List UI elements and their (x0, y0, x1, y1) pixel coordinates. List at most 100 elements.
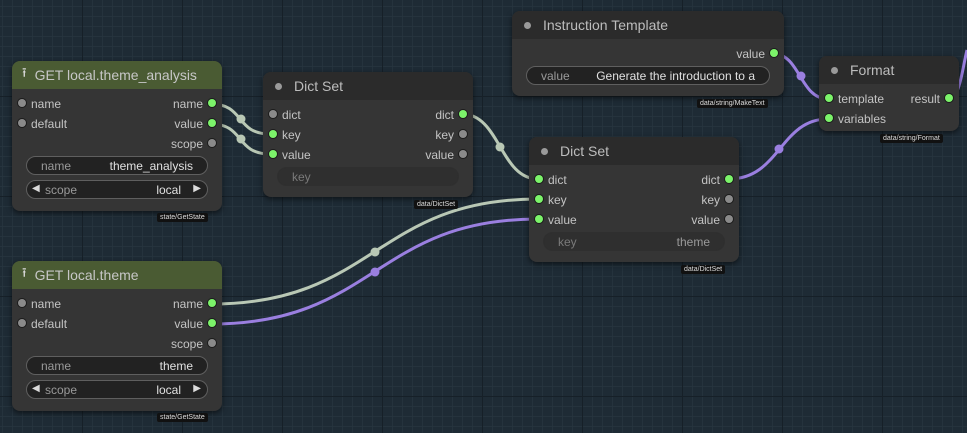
node-title: Instruction Template (543, 17, 669, 33)
output-label: key (701, 193, 720, 207)
output-slot-dict[interactable] (725, 175, 733, 183)
slot-row: dict dict (529, 170, 739, 190)
arrow-left-icon[interactable]: ◀ (32, 383, 40, 394)
wire-midpoint (495, 142, 505, 152)
wire-midpoint (370, 267, 380, 277)
scope-combo-widget[interactable]: ◀ scope local ▶ (26, 380, 208, 399)
output-label: key (435, 128, 454, 142)
slot-row: value value (263, 145, 473, 165)
node-type-badge: state/GetState (157, 413, 208, 422)
format-node[interactable]: Format template result variables (819, 56, 959, 131)
widget-label: key (292, 170, 311, 184)
node-title: Format (850, 62, 895, 78)
slot-row: default value (12, 314, 222, 334)
node-title-bar[interactable]: ⭱ GET local.theme (12, 261, 222, 289)
node-type-badge: data/string/Format (880, 134, 943, 143)
node-type-badge: data/DictSet (681, 265, 726, 274)
node-title-bar[interactable]: ⭱ GET local.theme_analysis (12, 61, 222, 89)
wire-midpoint (774, 144, 784, 154)
output-label: dict (435, 108, 454, 122)
node-type-badge: state/GetState (157, 213, 208, 222)
get-theme-analysis-node[interactable]: ⭱ GET local.theme_analysis name name def… (12, 61, 222, 211)
key-widget: key theme (543, 232, 725, 251)
output-slot-value[interactable] (459, 150, 467, 158)
input-slot-variables[interactable] (825, 114, 833, 122)
output-slot-value[interactable] (208, 319, 216, 327)
arrow-right-icon[interactable]: ▶ (193, 383, 201, 394)
arrow-right-icon[interactable]: ▶ (193, 183, 201, 194)
input-slot-key[interactable] (269, 130, 277, 138)
input-label: value (282, 148, 311, 162)
widget-value: theme (676, 235, 710, 249)
input-slot-template[interactable] (825, 94, 833, 102)
slot-row: template result (819, 89, 959, 109)
name-widget[interactable]: name theme (26, 356, 208, 375)
input-slot-name[interactable] (18, 99, 26, 107)
collapse-dot-icon[interactable] (275, 82, 282, 90)
input-slot-name[interactable] (18, 299, 26, 307)
node-title-bar[interactable]: Dict Set (529, 137, 739, 165)
node-title-bar[interactable]: Format (819, 56, 959, 84)
output-label: value (174, 317, 203, 331)
output-slot-scope[interactable] (208, 139, 216, 147)
dict-set-node[interactable]: Dict Set dict dict key key value value k… (529, 137, 739, 262)
input-slot-default[interactable] (18, 319, 26, 327)
name-widget[interactable]: name theme_analysis (26, 156, 208, 175)
input-label: default (31, 117, 68, 131)
widget-label: scope (45, 183, 78, 197)
input-label: dict (282, 108, 301, 122)
widget-label: name (41, 359, 72, 373)
value-text-widget[interactable]: value Generate the introduction to a (526, 66, 770, 85)
node-title-bar[interactable]: Dict Set (263, 72, 473, 100)
input-label: dict (548, 173, 567, 187)
collapse-dot-icon[interactable] (524, 21, 531, 29)
output-label: value (691, 213, 720, 227)
input-slot-key[interactable] (535, 195, 543, 203)
instruction-template-node[interactable]: Instruction Template value value Generat… (512, 11, 784, 96)
input-label: name (31, 297, 62, 311)
slot-row: variables (819, 109, 959, 129)
output-slot-value[interactable] (770, 49, 778, 57)
dict-set-node[interactable]: Dict Set dict dict key key value value k… (263, 72, 473, 197)
slot-row: scope (12, 334, 222, 354)
output-slot-scope[interactable] (208, 339, 216, 347)
output-slot-value[interactable] (208, 119, 216, 127)
input-slot-dict[interactable] (535, 175, 543, 183)
collapse-dot-icon[interactable] (831, 66, 838, 74)
output-slot-name[interactable] (208, 299, 216, 307)
node-title: Dict Set (560, 143, 610, 159)
key-widget: key (277, 167, 459, 186)
scope-combo-widget[interactable]: ◀ scope local ▶ (26, 180, 208, 199)
output-slot-result[interactable] (945, 94, 953, 102)
node-title-bar[interactable]: Instruction Template (512, 11, 784, 39)
node-title: GET local.theme_analysis (34, 67, 197, 83)
input-label: default (31, 317, 68, 331)
output-slot-dict[interactable] (459, 110, 467, 118)
widget-value: Generate the introduction to a (596, 69, 755, 83)
output-label: dict (701, 173, 720, 187)
arrow-left-icon[interactable]: ◀ (32, 183, 40, 194)
widget-label: value (541, 69, 570, 83)
get-theme-node[interactable]: ⭱ GET local.theme name name default valu… (12, 261, 222, 411)
output-slot-name[interactable] (208, 99, 216, 107)
output-label: value (736, 47, 765, 61)
output-label: scope (170, 137, 203, 151)
widget-value: theme (159, 359, 193, 373)
output-slot-key[interactable] (725, 195, 733, 203)
node-type-badge: data/DictSet (414, 200, 459, 209)
widget-label: key (558, 235, 577, 249)
slot-row: value (512, 44, 784, 64)
output-slot-value[interactable] (725, 215, 733, 223)
slot-row: name name (12, 294, 222, 314)
input-slot-value[interactable] (535, 215, 543, 223)
input-slot-value[interactable] (269, 150, 277, 158)
slot-row: key key (529, 190, 739, 210)
output-label: scope (170, 337, 203, 351)
input-slot-default[interactable] (18, 119, 26, 127)
upload-icon: ⭱ (22, 65, 27, 80)
input-slot-dict[interactable] (269, 110, 277, 118)
collapse-dot-icon[interactable] (541, 147, 548, 155)
input-label: name (31, 97, 62, 111)
upload-icon: ⭱ (22, 265, 27, 280)
output-slot-key[interactable] (459, 130, 467, 138)
